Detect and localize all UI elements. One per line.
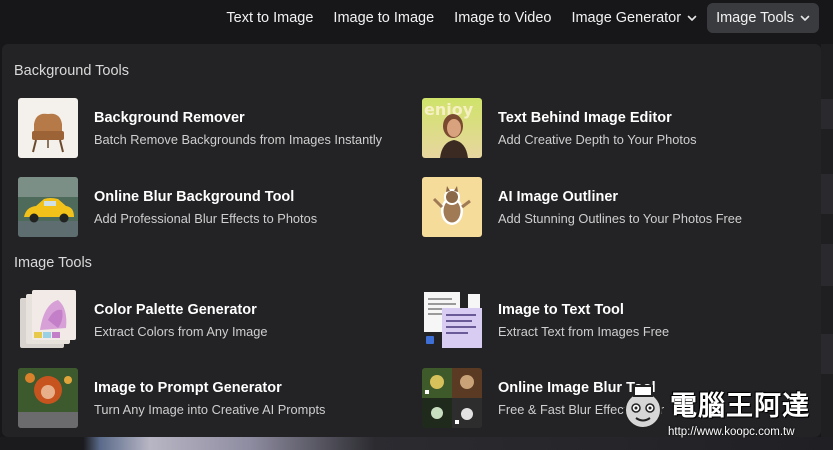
image-outliner-thumbnail	[422, 177, 482, 237]
tool-description: Add Stunning Outlines to Your Photos Fre…	[498, 210, 743, 226]
tool-online-blur-background[interactable]: Online Blur Background Tool Add Professi…	[18, 177, 317, 237]
tool-description: Extract Colors from Any Image	[94, 323, 268, 339]
image-blur-thumbnail	[422, 368, 482, 428]
tool-description: Batch Remove Backgrounds from Images Ins…	[94, 131, 383, 147]
tool-color-palette-generator[interactable]: Color Palette Generator Extract Colors f…	[18, 290, 268, 350]
color-palette-thumbnail	[18, 290, 78, 350]
mascot-icon	[624, 385, 662, 429]
tool-description: Add Creative Depth to Your Photos	[498, 131, 697, 147]
nav-text-to-image[interactable]: Text to Image	[216, 3, 323, 33]
tool-title: Background Remover	[94, 109, 245, 126]
page-fragment	[821, 244, 833, 286]
nav-image-to-image[interactable]: Image to Image	[323, 3, 444, 33]
nav-label: Image Generator	[571, 10, 682, 26]
nav-image-generator[interactable]: Image Generator	[561, 3, 707, 33]
background-remover-thumbnail	[18, 98, 78, 158]
blur-background-thumbnail	[18, 177, 78, 237]
tool-title: Color Palette Generator	[94, 301, 257, 318]
nav-label: Text to Image	[226, 10, 314, 26]
watermark-text: 電腦王阿達	[670, 391, 810, 421]
chevron-down-icon	[687, 15, 697, 21]
nav-image-to-video[interactable]: Image to Video	[444, 3, 561, 33]
tool-image-to-text[interactable]: Image to Text Tool Extract Text from Ima…	[422, 290, 669, 350]
tool-description: Extract Text from Images Free	[498, 323, 670, 339]
tool-ai-image-outliner[interactable]: AI Image Outliner Add Stunning Outlines …	[422, 177, 742, 237]
tool-title: Text Behind Image Editor	[498, 109, 672, 126]
page-fragment	[821, 99, 833, 129]
section-title-image-tools: Image Tools	[14, 255, 92, 271]
tool-title: AI Image Outliner	[498, 188, 619, 205]
nav-label: Image to Video	[454, 10, 552, 26]
image-to-prompt-thumbnail	[18, 368, 78, 428]
nav-label: Image Tools	[716, 10, 794, 26]
tool-description: Add Professional Blur Effects to Photos	[94, 210, 318, 226]
chevron-down-icon	[800, 15, 810, 21]
section-title-background-tools: Background Tools	[14, 63, 130, 79]
text-behind-image-thumbnail: enjoy	[422, 98, 482, 158]
tool-background-remover[interactable]: Background Remover Batch Remove Backgrou…	[18, 98, 382, 158]
tool-text-behind-image-editor[interactable]: enjoy Text Behind Image Editor Add Creat…	[422, 98, 696, 158]
watermark-url: http://www.koopc.com.tw	[668, 426, 795, 438]
page-fragment	[821, 174, 833, 214]
nav-label: Image to Image	[333, 10, 435, 26]
nav-image-tools[interactable]: Image Tools	[707, 3, 819, 33]
tool-title: Image to Text Tool	[498, 301, 624, 318]
top-nav: Text to Image Image to Image Image to Vi…	[0, 0, 833, 36]
site-watermark: 電腦王阿達 http://www.koopc.com.tw	[620, 382, 830, 442]
page-fragment	[821, 334, 833, 374]
tool-title: Image to Prompt Generator	[94, 379, 282, 396]
tool-image-to-prompt-generator[interactable]: Image to Prompt Generator Turn Any Image…	[18, 368, 325, 428]
tool-title: Online Blur Background Tool	[94, 188, 295, 205]
image-tools-dropdown: Background Tools Background Remover Batc…	[2, 44, 821, 437]
tool-description: Turn Any Image into Creative AI Prompts	[94, 401, 326, 417]
image-to-text-thumbnail	[422, 290, 482, 350]
